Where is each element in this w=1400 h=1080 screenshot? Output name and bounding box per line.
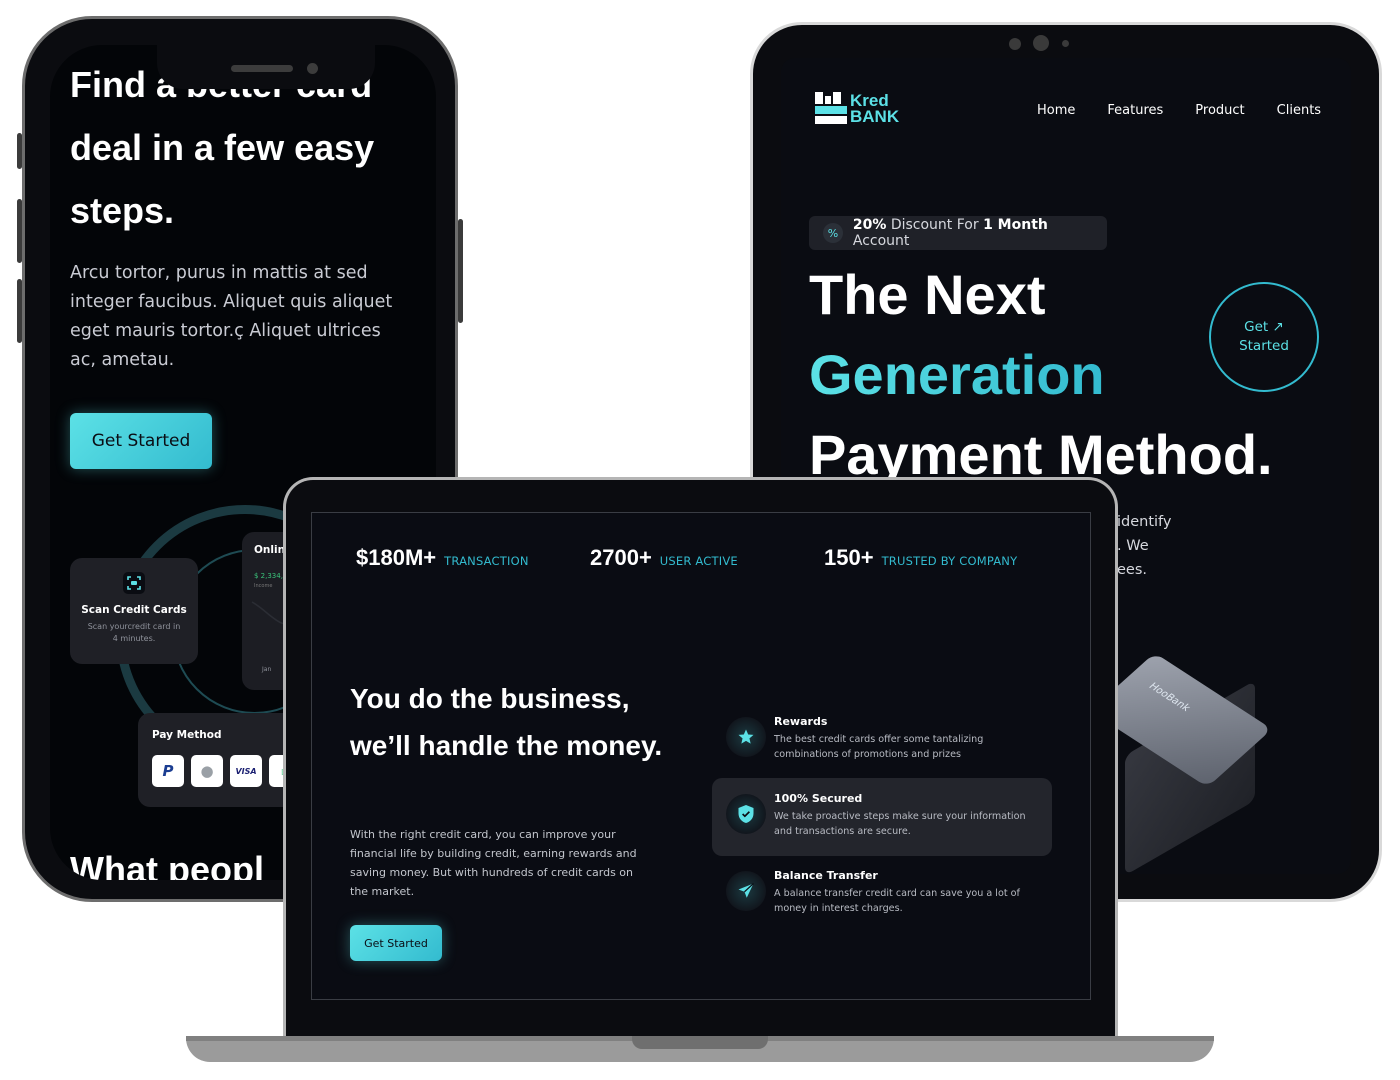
arrow-up-right-icon: ↗ bbox=[1272, 319, 1284, 335]
nav-features[interactable]: Features bbox=[1107, 103, 1163, 118]
nav-product[interactable]: Product bbox=[1195, 103, 1244, 118]
tablet-sensor bbox=[1009, 38, 1021, 50]
feature-secured[interactable]: 100% Secured We take proactive steps mak… bbox=[712, 778, 1052, 856]
phone-camera bbox=[307, 63, 318, 74]
get-started-circle-button[interactable]: Get ↗ Started bbox=[1209, 282, 1319, 392]
stat-transaction: $180M+ TRANSACTION bbox=[356, 545, 529, 571]
tablet-flash bbox=[1062, 40, 1069, 47]
feature-rewards[interactable]: Rewards The best credit cards offer some… bbox=[712, 701, 1052, 779]
business-heading: You do the business, we’ll handle the mo… bbox=[350, 683, 663, 761]
apple-icon[interactable]: ● bbox=[191, 755, 223, 787]
headline-line-1: The Next bbox=[809, 263, 1046, 326]
feature-title: 100% Secured bbox=[774, 792, 863, 805]
top-nav: Home Features Product Clients bbox=[1037, 103, 1321, 118]
phone-power-button bbox=[458, 219, 463, 323]
online-card-axis-label: Jan bbox=[262, 666, 272, 673]
tablet-camera bbox=[1033, 35, 1049, 51]
send-icon bbox=[726, 871, 766, 911]
phone-volume-up-button bbox=[17, 199, 22, 263]
shield-icon bbox=[726, 794, 766, 834]
stat-value: 150+ bbox=[824, 545, 874, 570]
online-card-amount: $ 2,334, bbox=[254, 572, 283, 580]
phone-volume-down-button bbox=[17, 279, 22, 343]
pay-method-list: P ● VISA ▣ bbox=[152, 755, 301, 787]
phone-speaker bbox=[231, 65, 293, 72]
stat-trusted-by: 150+ TRUSTED BY COMPANY bbox=[824, 545, 1017, 571]
logo-word-bank: BANK bbox=[850, 107, 900, 126]
logo-mark-icon bbox=[815, 92, 847, 124]
laptop-get-started-button[interactable]: Get Started bbox=[350, 925, 442, 961]
star-icon bbox=[726, 717, 766, 757]
feature-description: The best credit cards offer some tantali… bbox=[774, 734, 984, 760]
visa-icon[interactable]: VISA bbox=[230, 755, 262, 787]
discount-badge: % 20% Discount For 1 Month Account bbox=[809, 216, 1107, 250]
feature-title: Balance Transfer bbox=[774, 869, 878, 882]
hero-text-fragment-1: identify bbox=[1117, 514, 1172, 530]
nav-clients[interactable]: Clients bbox=[1277, 103, 1321, 118]
scan-credit-card-widget[interactable]: Scan Credit Cards Scan yourcredit card i… bbox=[70, 558, 198, 664]
card-brand-label: HooBank bbox=[1146, 681, 1193, 714]
percent-icon: % bbox=[823, 223, 843, 243]
kredbank-logo[interactable]: Kred BANK bbox=[815, 92, 899, 126]
hero-text-fragment-2: . We bbox=[1117, 538, 1149, 554]
stat-value: $180M+ bbox=[356, 545, 437, 570]
phone-get-started-button[interactable]: Get Started bbox=[70, 413, 212, 469]
scan-icon bbox=[123, 572, 145, 594]
logo-wordmark: Kred BANK bbox=[850, 92, 900, 126]
scan-card-subtitle: Scan yourcredit card in 4 minutes. bbox=[87, 622, 181, 643]
stat-label: USER ACTIVE bbox=[659, 554, 738, 568]
stat-label: TRUSTED BY COMPANY bbox=[881, 554, 1018, 568]
stat-label: TRANSACTION bbox=[444, 554, 529, 568]
hero-text-fragment-3: ees. bbox=[1117, 562, 1148, 578]
discount-text: 20% Discount For 1 Month Account bbox=[852, 217, 1048, 249]
nav-home[interactable]: Home bbox=[1037, 103, 1075, 118]
get-started-line-2: Started bbox=[1239, 338, 1289, 354]
laptop-mockup: $180M+ TRANSACTION 2700+ USER ACTIVE 150… bbox=[283, 477, 1118, 1042]
stat-user-active: 2700+ USER ACTIVE bbox=[590, 545, 738, 571]
phone-notch bbox=[157, 35, 375, 89]
feature-description: A balance transfer credit card can save … bbox=[774, 888, 1020, 914]
pay-method-title: Pay Method bbox=[152, 729, 222, 741]
laptop-screen: $180M+ TRANSACTION 2700+ USER ACTIVE 150… bbox=[311, 512, 1091, 1000]
testimonials-heading: What peopl bbox=[70, 849, 264, 880]
paypal-icon[interactable]: P bbox=[152, 755, 184, 787]
scan-card-title: Scan Credit Cards bbox=[81, 604, 187, 616]
online-card-sub: Income bbox=[254, 583, 273, 589]
business-paragraph: With the right credit card, you can impr… bbox=[350, 828, 637, 898]
feature-balance-transfer[interactable]: Balance Transfer A balance transfer cred… bbox=[712, 855, 1052, 933]
stat-value: 2700+ bbox=[590, 545, 652, 570]
laptop-opening-notch bbox=[632, 1036, 768, 1049]
get-started-line-1: Get ↗ bbox=[1244, 319, 1284, 335]
feature-title: Rewards bbox=[774, 715, 828, 728]
phone-mute-button bbox=[17, 133, 22, 169]
phone-hero-description: Arcu tortor, purus in mattis at sed inte… bbox=[70, 263, 393, 370]
feature-description: We take proactive steps make sure your i… bbox=[774, 811, 1026, 837]
headline-line-2: Generation bbox=[809, 340, 1105, 410]
